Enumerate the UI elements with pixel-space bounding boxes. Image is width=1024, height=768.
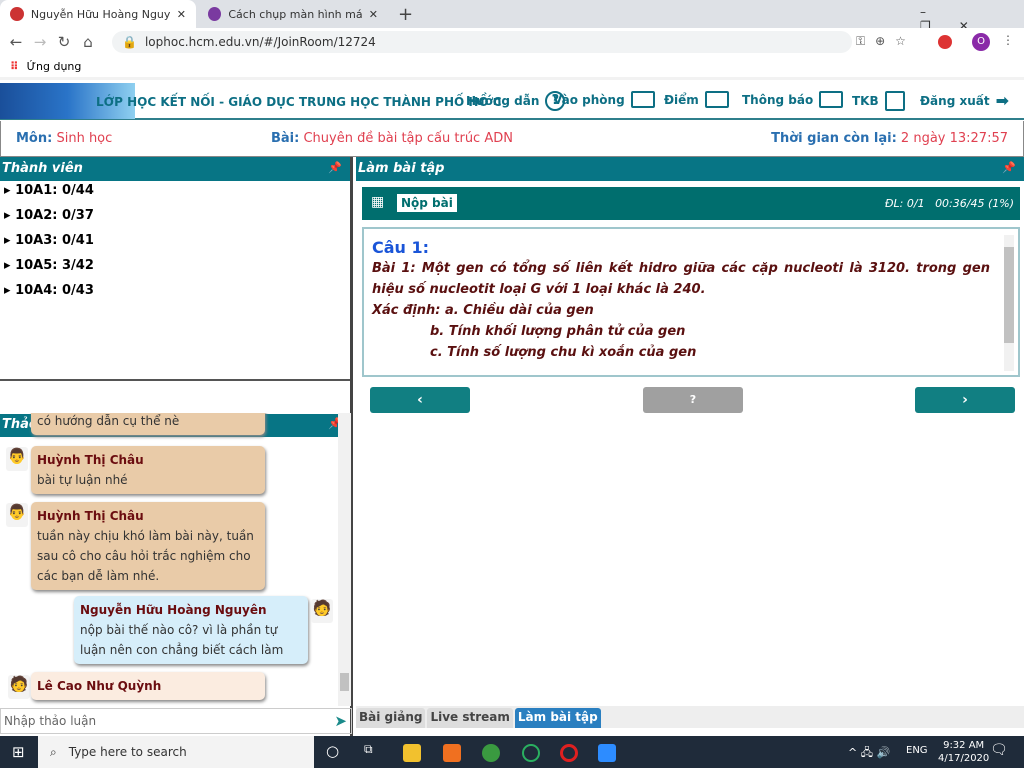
menu-logout[interactable]: Đăng xuất ➡ (920, 91, 1009, 110)
time-remaining: 2 ngày 13:27:57 (900, 131, 1008, 146)
chat-scrollbar[interactable] (338, 413, 351, 706)
members-list: ▸ 10A1: 0/44 ▸ 10A2: 0/37 ▸ 10A3: 0/41 ▸… (0, 181, 350, 381)
site-favicon-icon (208, 7, 222, 21)
close-tab-icon[interactable]: ✕ (177, 8, 186, 21)
id-card-icon (704, 91, 729, 108)
subject-value: Sinh học (56, 131, 113, 146)
apps-grid-icon: ⠿ (10, 60, 19, 73)
new-tab-button[interactable]: + (398, 4, 413, 25)
profile-avatar[interactable]: O (972, 33, 990, 51)
discussion-messages: có hướng dẫn cụ thể nè 👨 Huỳnh Thị Châu b… (0, 413, 352, 706)
search-icon: ⌕ (50, 744, 57, 759)
question-box: Câu 1: Bài 1: Một gen có tổng số liên kế… (362, 227, 1020, 377)
help-question-button[interactable]: ? (643, 387, 743, 413)
logout-icon: ➡ (995, 91, 1009, 110)
student-avatar: 🧑 (8, 675, 30, 699)
menu-guide[interactable]: Hướng dẫn? (466, 91, 566, 111)
notification-icon[interactable]: 🗨 (990, 742, 1008, 758)
windows-start-icon[interactable]: ⊞ (12, 743, 25, 761)
more-menu-icon[interactable]: ⋮ (1002, 33, 1014, 47)
clock[interactable]: 9:32 AM 4/17/2020 (938, 739, 989, 765)
tab-exercise[interactable]: Làm bài tập (514, 708, 601, 728)
id-card-icon (819, 91, 844, 108)
menu-join-room[interactable]: Vào phòng (553, 91, 655, 108)
tab-lecture[interactable]: Bài giảng (356, 708, 426, 728)
cortana-icon[interactable]: ○ (326, 742, 339, 760)
members-header: Thành viên 📌 (0, 157, 350, 181)
teacher-avatar: 👨 (6, 447, 28, 471)
home-icon[interactable]: ⌂ (76, 33, 100, 51)
pin-icon[interactable]: 📌 (1002, 161, 1022, 177)
menu-notifications[interactable]: Thông báo (742, 91, 844, 108)
pin-icon[interactable]: 📌 (328, 161, 348, 177)
lesson-info-bar: Môn: Sinh học Bài: Chuyên đề bài tập cấu… (0, 121, 1024, 157)
lesson-value: Chuyên đề bài tập cấu trúc ADN (303, 131, 513, 146)
reload-icon[interactable]: ↻ (52, 33, 76, 51)
member-group[interactable]: ▸ 10A1: 0/44 (0, 181, 350, 206)
bookmarks-bar: ⠿ Ứng dụng (0, 56, 1024, 80)
forward-icon[interactable]: → (28, 33, 52, 51)
chat-message: Huỳnh Thị Châu tuần này chịu khó làm bài … (31, 502, 265, 590)
site-title: LỚP HỌC KẾT NỐI - GIÁO DỤC TRUNG HỌC THÀ… (96, 95, 502, 109)
taskbar-search[interactable]: ⌕ Type here to search (38, 736, 314, 768)
member-group[interactable]: ▸ 10A3: 0/41 (0, 231, 350, 256)
exercise-header: Làm bài tập 📌 (356, 157, 1024, 181)
back-icon[interactable]: ← (4, 33, 28, 51)
url-input[interactable]: 🔒 lophoc.hcm.edu.vn/#/JoinRoom/12724 (112, 31, 852, 53)
chat-message-own: Nguyễn Hữu Hoàng Nguyên nộp bài thế nào c… (74, 596, 308, 664)
member-group[interactable]: ▸ 10A4: 0/43 (0, 281, 350, 306)
exercise-panel: Làm bài tập 📌 ▦ Nộp bài ĐL: 0/1 00:36/45 … (356, 157, 1024, 737)
bottom-tabs: Bài giảng Live stream Làm bài tập (356, 706, 1024, 728)
send-icon[interactable]: ➤ (334, 712, 347, 730)
task-view-icon[interactable]: ⧉ (364, 742, 373, 757)
submit-button[interactable]: Nộp bài (397, 194, 457, 212)
adblock-icon[interactable] (938, 35, 952, 49)
menu-timetable[interactable]: TKB (852, 91, 905, 111)
chat-message: Lê Cao Như Quỳnh (31, 672, 265, 700)
browser-actions[interactable]: ⚿⊕☆ (856, 34, 916, 49)
browser-tab-bar: Nguyễn Hữu Hoàng Nguyên-197✕ Cách chụp m… (0, 0, 1024, 33)
browser-tab[interactable]: Cách chụp màn hình máy tính nh✕ (198, 0, 388, 28)
question-scrollbar[interactable] (1004, 235, 1014, 371)
exercise-status: ĐL: 0/1 00:36/45 (1%) (885, 197, 1014, 210)
site-header: LỚP HỌC KẾT NỐI - GIÁO DỤC TRUNG HỌC THÀ… (0, 83, 1024, 120)
grid-icon[interactable]: ▦ (371, 194, 384, 210)
discussion-input[interactable]: Nhập thảo luận ➤ (0, 708, 352, 734)
tab-live-stream[interactable]: Live stream (427, 708, 513, 728)
zoom-icon[interactable] (598, 744, 616, 762)
site-favicon-icon (10, 7, 24, 21)
file-explorer-icon[interactable] (403, 744, 421, 762)
browser-tab-active[interactable]: Nguyễn Hữu Hoàng Nguyên-197✕ (0, 0, 196, 28)
next-question-button[interactable]: › (915, 387, 1015, 413)
close-tab-icon[interactable]: ✕ (369, 8, 378, 21)
member-group[interactable]: ▸ 10A2: 0/37 (0, 206, 350, 231)
chrome-icon[interactable] (482, 744, 500, 762)
calendar-icon (884, 91, 905, 111)
teacher-avatar: 👨 (6, 503, 28, 527)
student-avatar: 🧑 (311, 599, 333, 623)
member-group[interactable]: ▸ 10A5: 3/42 (0, 256, 350, 281)
tray-icons[interactable]: ^ 🖧 🔊 (848, 744, 890, 763)
chat-message: có hướng dẫn cụ thể nè (31, 413, 265, 435)
chat-message: Huỳnh Thị Châu bài tự luận nhé (31, 446, 265, 494)
address-bar-row: ← → ↻ ⌂ 🔒 lophoc.hcm.edu.vn/#/JoinRoom/12724… (0, 28, 1024, 56)
bookmark-apps[interactable]: Ứng dụng (27, 60, 82, 73)
language-indicator[interactable]: ENG (906, 745, 928, 756)
menu-scores[interactable]: Điểm (664, 91, 729, 108)
question-title: Câu 1: (372, 238, 430, 257)
previous-question-button[interactable]: ‹ (370, 387, 470, 413)
windows-taskbar: ⊞ ⌕ Type here to search ○ ⧉ ^ 🖧 🔊 ENG 9:3… (0, 736, 1024, 768)
exercise-toolbar: ▦ Nộp bài ĐL: 0/1 00:36/45 (1%) (362, 187, 1020, 220)
lock-icon: 🔒 (122, 35, 137, 49)
media-player-icon[interactable] (443, 744, 461, 762)
opera-icon[interactable] (560, 744, 578, 762)
id-card-icon (630, 91, 655, 108)
app-u-icon[interactable] (522, 744, 540, 762)
